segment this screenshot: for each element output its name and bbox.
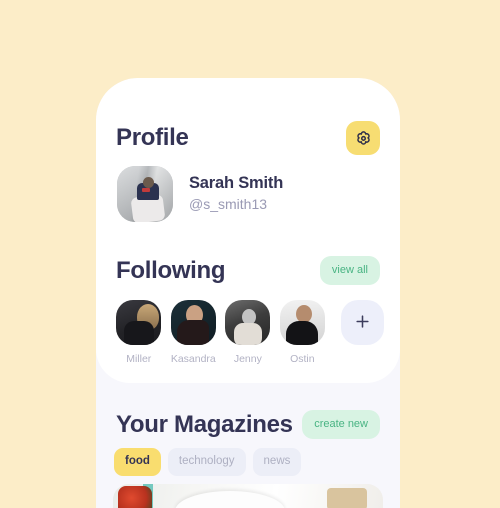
avatar-photo-detail bbox=[141, 188, 150, 193]
profile-names: Sarah Smith @s_smith13 bbox=[189, 174, 283, 213]
follower-avatar bbox=[225, 300, 271, 345]
settings-button[interactable] bbox=[346, 121, 380, 155]
follower-name: Miller bbox=[126, 353, 152, 365]
profile-card: Profile Sarah Smith @s_smith13 Following… bbox=[96, 78, 400, 383]
view-all-button[interactable]: view all bbox=[319, 256, 380, 285]
magazines-header: Your Magazines create new bbox=[116, 410, 380, 439]
list-item[interactable]: Miller bbox=[114, 300, 164, 365]
follower-avatar bbox=[116, 300, 162, 345]
tab-food[interactable]: food bbox=[114, 448, 161, 476]
list-item[interactable]: Jenny bbox=[223, 300, 273, 365]
magazine-category-tabs: food technology news bbox=[114, 448, 308, 476]
following-header: Following view all bbox=[116, 256, 380, 285]
follower-name: Kasandra bbox=[170, 353, 216, 365]
list-item[interactable]: Kasandra bbox=[169, 300, 219, 365]
profile-header: Profile bbox=[116, 120, 380, 156]
follower-name: Jenny bbox=[233, 353, 262, 365]
profile-identity[interactable]: Sarah Smith @s_smith13 bbox=[117, 166, 283, 222]
page-title: Profile bbox=[116, 124, 189, 151]
follower-name: Ostin bbox=[290, 353, 315, 365]
phone-screen: Profile Sarah Smith @s_smith13 Following… bbox=[96, 78, 400, 508]
add-following-button[interactable] bbox=[341, 300, 384, 345]
magazine-photo-detail bbox=[118, 485, 153, 508]
create-new-button[interactable]: create new bbox=[302, 410, 380, 439]
profile-handle: @s_smith13 bbox=[189, 196, 268, 213]
tab-news[interactable]: news bbox=[252, 448, 302, 476]
following-list: Miller Kasandra Jenny Ostin bbox=[114, 300, 384, 365]
follower-avatar bbox=[170, 300, 216, 345]
list-item[interactable]: Ostin bbox=[278, 300, 328, 365]
magazines-title: Your Magazines bbox=[116, 410, 293, 438]
avatar-photo-detail bbox=[143, 176, 155, 188]
magazine-preview-card[interactable] bbox=[113, 484, 383, 508]
avatar bbox=[117, 166, 173, 222]
tab-technology[interactable]: technology bbox=[167, 448, 246, 476]
plus-icon bbox=[354, 313, 371, 333]
following-title: Following bbox=[116, 256, 226, 284]
magazine-photo-detail bbox=[326, 488, 367, 508]
follower-avatar bbox=[279, 300, 325, 345]
gear-icon bbox=[355, 130, 372, 147]
profile-name: Sarah Smith bbox=[189, 174, 284, 193]
